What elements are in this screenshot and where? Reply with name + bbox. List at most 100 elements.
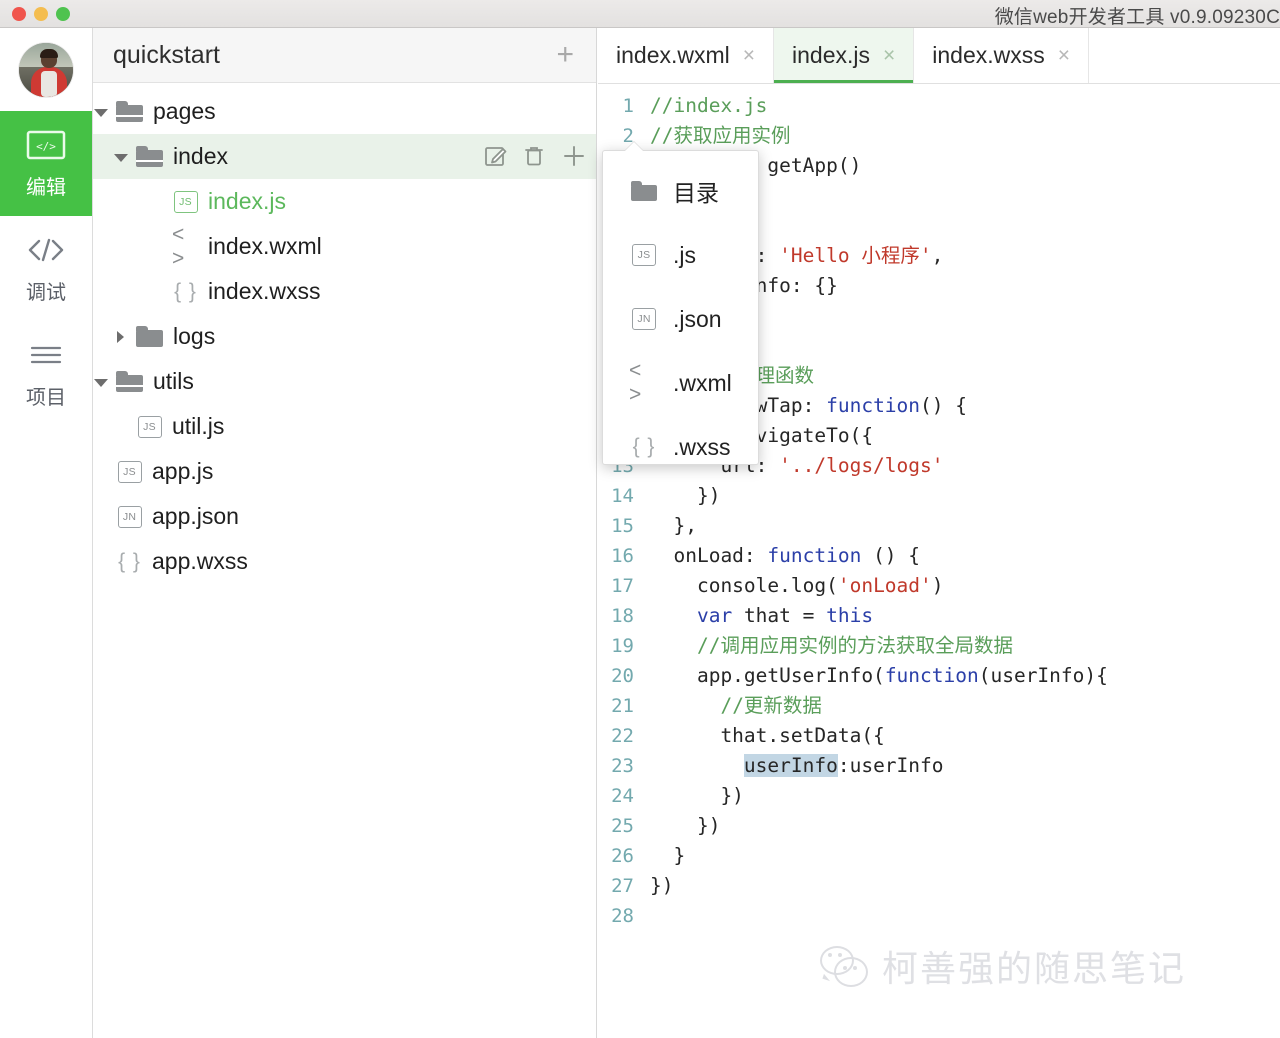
code-line-text[interactable]: //获取应用实例 [650,121,790,151]
code-line: 14 }) [598,481,1280,511]
close-icon[interactable]: × [883,45,895,66]
menu-item-wxss[interactable]: { } .wxss [603,415,758,479]
avatar-container[interactable] [0,28,92,111]
code-line: 1 //index.js [598,91,1280,121]
menu-item-label: .wxss [673,433,731,460]
code-line: 27}) [598,871,1280,901]
tree-item-app-json[interactable]: JN app.json [93,494,596,539]
tree-item-label: index [173,143,228,169]
tree-item-label: index.wxml [208,233,322,259]
code-line: 21 //更新数据 [598,691,1280,721]
line-number: 17 [611,575,634,597]
line-number: 21 [611,695,634,717]
edit-icon[interactable] [484,144,508,170]
chevron-down-icon[interactable] [93,374,109,390]
line-number: 1 [622,95,634,117]
code-line-text[interactable]: }, [650,511,697,541]
code-line-text[interactable]: var that = this [650,601,873,631]
line-number: 23 [611,755,634,777]
line-number: 15 [611,515,634,537]
wechat-logo-icon [820,946,868,987]
caret-spacer [93,464,109,480]
tree-item-label: logs [173,323,216,349]
code-line-text[interactable]: }) [650,811,721,841]
code-line: 17 console.log('onLoad') [598,571,1280,601]
line-number: 19 [611,635,634,657]
line-number: 18 [611,605,634,627]
line-number: 14 [611,485,634,507]
project-panel: quickstart + pages index JS index.js < > inde… [93,28,597,1038]
line-number: 22 [611,725,634,747]
rail-item-debug[interactable]: 调试 [0,216,92,321]
menu-item-目录[interactable]: 目录 [603,159,758,223]
code-line-text[interactable]: }) [650,871,673,901]
caret-spacer [149,239,165,255]
tab-index-wxml[interactable]: index.wxml × [598,28,775,83]
folder-icon [629,181,659,201]
tree-item-label: index.wxss [208,278,321,304]
code-line-text[interactable]: userInfo:userInfo [650,751,944,781]
chevron-right-icon[interactable] [113,329,129,345]
js-badge-icon: JS [136,415,163,438]
code-line-text[interactable]: console.log('onLoad') [650,571,944,601]
angle-brackets-icon [25,233,67,267]
menu-item-wxml[interactable]: < > .wxml [603,351,758,415]
tab-index-wxss[interactable]: index.wxss × [914,28,1090,83]
tree-item-app-js[interactable]: JS app.js [93,449,596,494]
tree-item-label: app.js [152,458,214,484]
caret-spacer [93,509,109,525]
code-line: 23 userInfo:userInfo [598,751,1280,781]
chevron-down-icon[interactable] [93,104,109,120]
line-number: 28 [611,905,634,927]
tab-index-js[interactable]: index.js × [774,28,915,83]
new-file-context-menu[interactable]: 目录 JS .js JN .json < > .wxml { } .wxss [602,150,759,465]
menu-item-json[interactable]: JN .json [603,287,758,351]
tree-item-label: app.wxss [152,548,248,574]
code-line: 28 [598,901,1280,931]
tree-item-index[interactable]: index [93,134,596,179]
code-line: 20 app.getUserInfo(function(userInfo){ [598,661,1280,691]
tree-item-pages[interactable]: pages [93,89,596,134]
tree-item-index-wxml[interactable]: < > index.wxml [93,223,596,270]
code-line-text[interactable]: }) [650,481,721,511]
line-number: 27 [611,875,634,897]
angle-brackets-icon: < > [629,359,643,406]
code-line-text[interactable]: //更新数据 [650,691,821,721]
chevron-down-icon[interactable] [113,149,129,165]
add-project-button[interactable]: + [556,40,574,70]
project-panel-header: quickstart + [93,28,596,83]
code-line-text[interactable]: } [650,841,685,871]
caret-spacer [93,554,109,570]
tree-item-label: index.js [208,188,286,214]
code-line: 25 }) [598,811,1280,841]
tree-item-index-wxss[interactable]: { } index.wxss [93,269,596,314]
tree-item-logs[interactable]: logs [93,314,596,359]
code-line-text[interactable]: app.getUserInfo(function(userInfo){ [650,661,1108,691]
tree-item-index-js[interactable]: JS index.js [93,179,596,224]
folder-icon [116,371,143,392]
close-icon[interactable]: × [743,45,755,66]
code-line-text[interactable]: //调用应用实例的方法获取全局数据 [650,631,1013,661]
delete-icon[interactable] [523,144,547,170]
code-line: 26 } [598,841,1280,871]
maximize-button[interactable] [56,7,70,21]
tree-item-utils[interactable]: utils [93,359,596,404]
code-line-text[interactable]: onLoad: function () { [650,541,920,571]
close-icon[interactable]: × [1058,45,1070,66]
code-line-text[interactable]: that.setData({ [650,721,884,751]
close-button[interactable] [12,7,26,21]
braces-icon: { } [174,279,197,303]
json-badge-icon: JN [629,308,659,330]
rail-item-project[interactable]: 项目 [0,321,92,426]
rail-item-edit[interactable]: </> 编辑 [0,111,92,216]
hamburger-lines-icon [26,338,66,372]
tree-item-util-js[interactable]: JS util.js [93,404,596,449]
minimize-button[interactable] [34,7,48,21]
code-line-text[interactable]: //index.js [650,91,767,121]
add-icon[interactable] [562,144,586,170]
code-line-text[interactable]: }) [650,781,743,811]
tree-item-app-wxss[interactable]: { } app.wxss [93,539,596,584]
menu-item-js[interactable]: JS .js [603,223,758,287]
user-avatar[interactable] [19,42,73,97]
json-badge-icon: JN [116,505,143,528]
